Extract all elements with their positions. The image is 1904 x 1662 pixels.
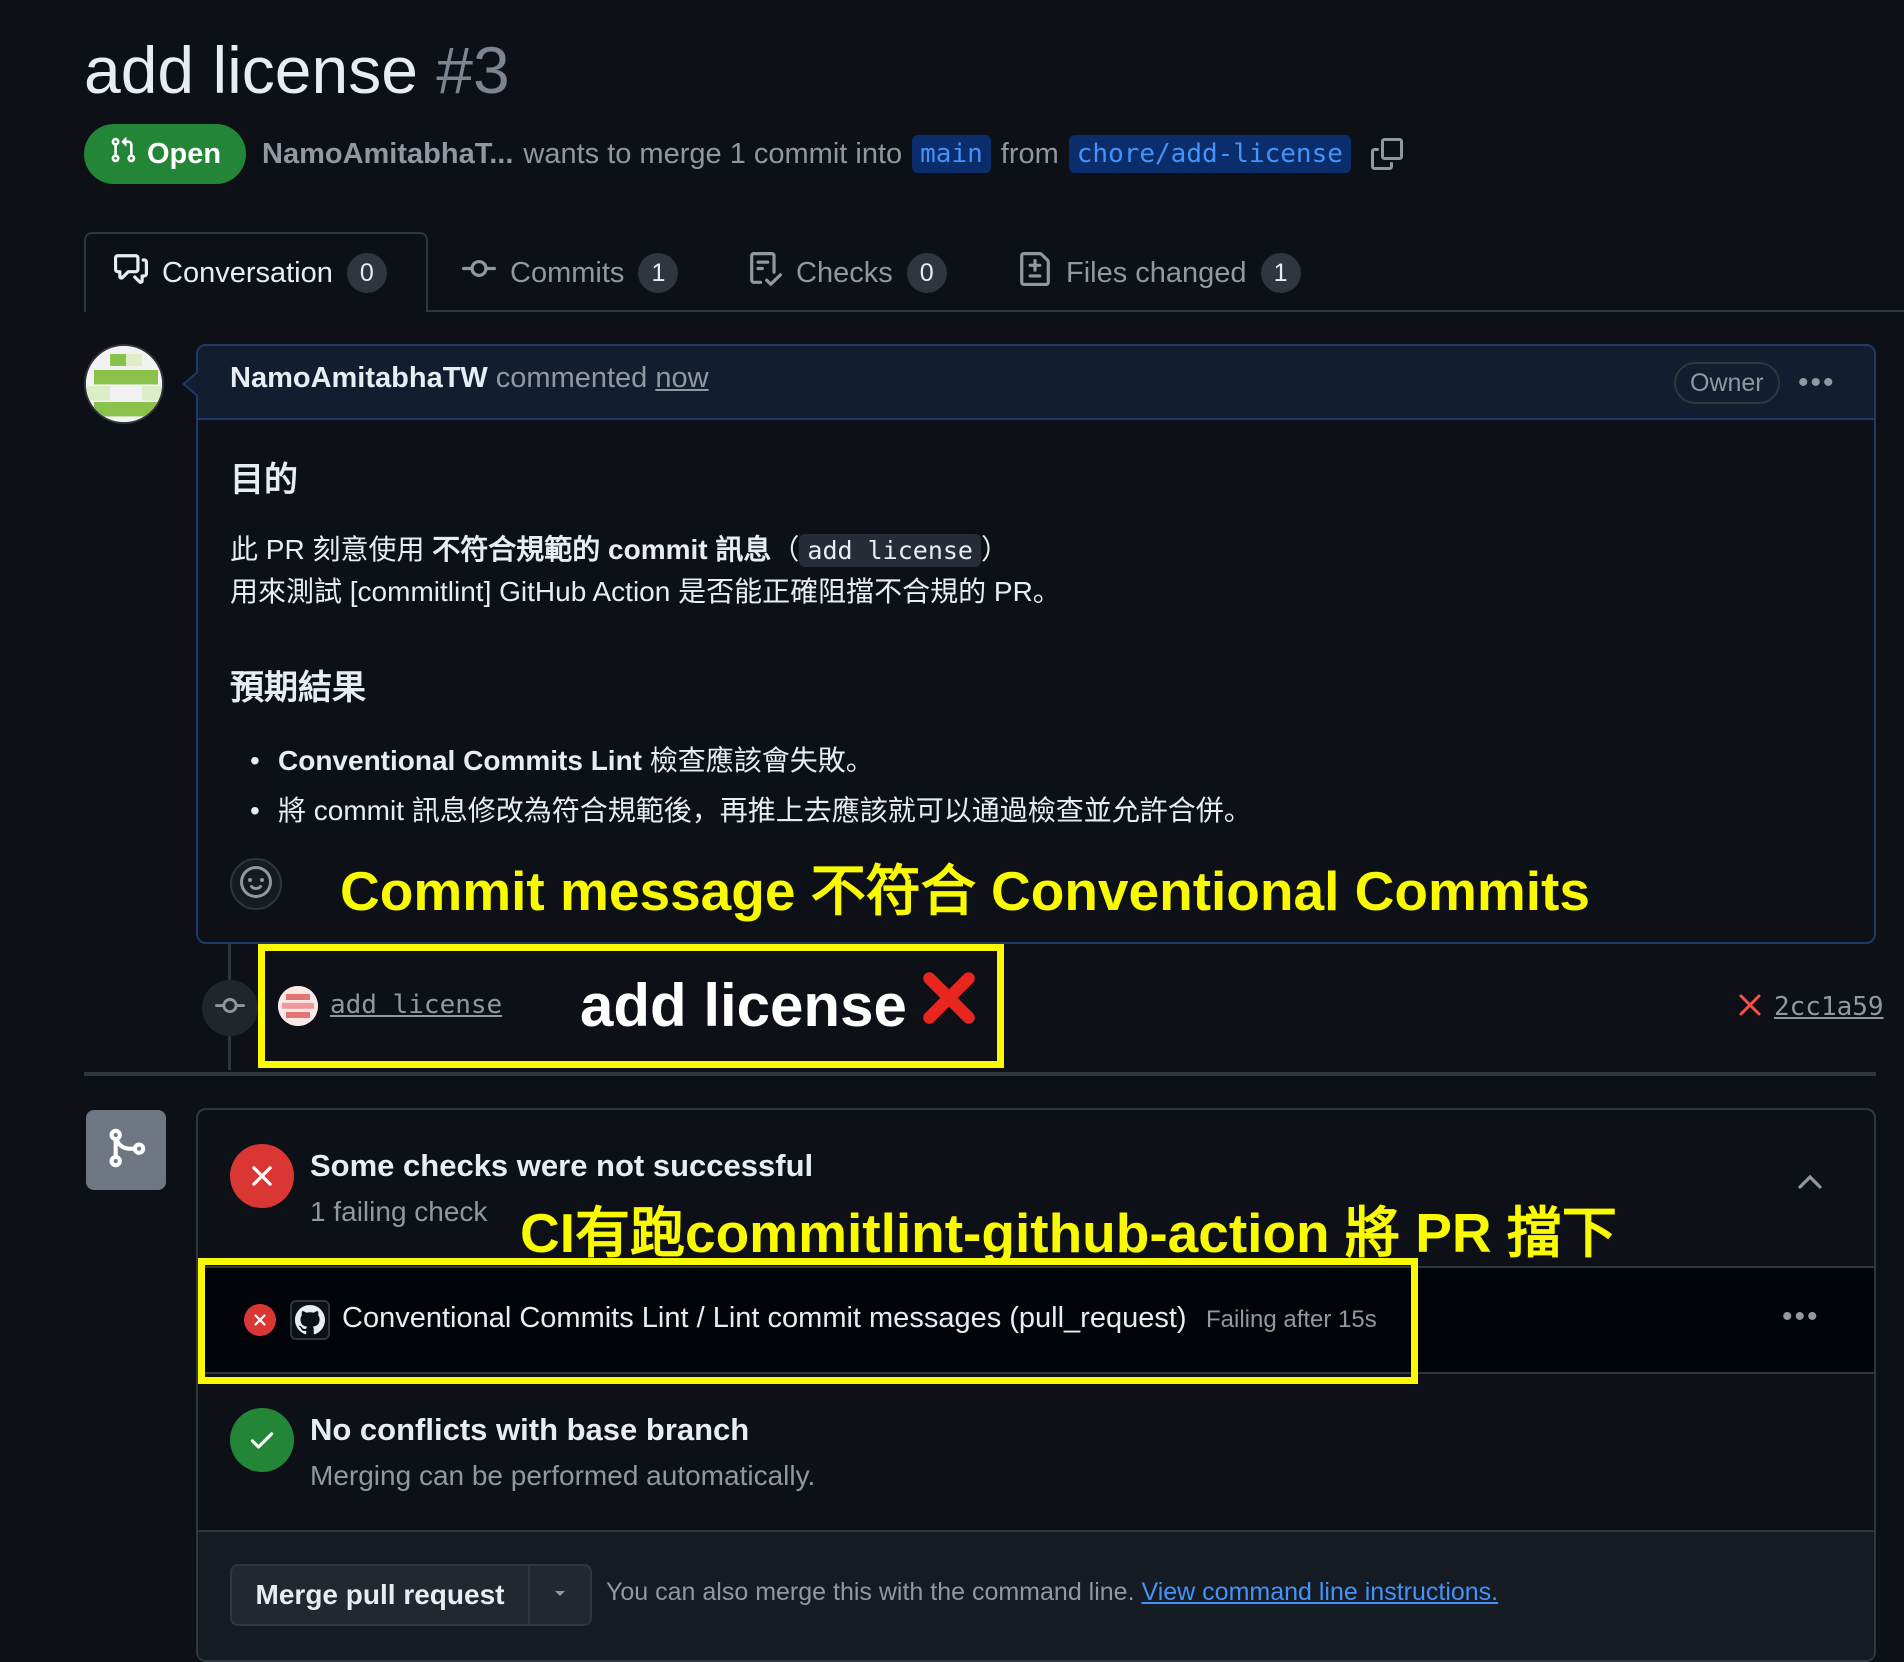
tab-conversation-label: Conversation <box>162 256 333 289</box>
conflicts-title: No conflicts with base branch <box>310 1412 750 1447</box>
merge-hint-text: You can also merge this with the command… <box>606 1578 1135 1606</box>
command-line-instructions-link[interactable]: View command line instructions. <box>1141 1578 1498 1606</box>
merge-hint: You can also merge this with the command… <box>606 1578 1498 1607</box>
state-label: Open <box>146 137 222 170</box>
merge-text: wants to merge 1 commit into <box>523 137 903 170</box>
comment-pointer-inner <box>185 373 198 395</box>
comment-time[interactable]: now <box>655 362 708 395</box>
pr-number: #3 <box>436 33 510 107</box>
merge-method-dropdown[interactable] <box>530 1566 590 1624</box>
comment-discussion-icon <box>114 252 148 294</box>
commit-sha[interactable]: 2cc1a59 <box>1774 992 1884 1022</box>
status-x-icon[interactable] <box>1738 993 1762 1022</box>
add-reaction-button[interactable] <box>230 858 282 910</box>
comment-author[interactable]: NamoAmitabhaTW <box>230 362 488 395</box>
comment-line-1: 此 PR 刻意使用 不符合規範的 commit 訊息（ add license） <box>230 530 1009 571</box>
avatar[interactable] <box>84 344 164 424</box>
line1-prefix: 此 PR 刻意使用 <box>230 534 433 565</box>
git-commit-icon <box>215 991 245 1026</box>
bullet2-text: 將 commit 訊息修改為符合規範後，再推上去應該就可以通過檢查並允許合併。 <box>278 795 1252 826</box>
line1-bold: 不符合規範的 commit 訊息 <box>432 534 772 565</box>
chevron-up-icon[interactable] <box>1794 1166 1826 1203</box>
kebab-horizontal-icon[interactable]: ••• <box>1798 366 1836 400</box>
list-item: Conventional Commits Lint 檢查應該會失敗。 <box>250 736 1252 786</box>
merge-status-icon-box <box>86 1110 166 1190</box>
checks-subtitle: 1 failing check <box>310 1196 488 1227</box>
tab-commits-label: Commits <box>510 256 625 289</box>
bullet1-bold: Conventional Commits Lint <box>278 745 642 776</box>
pull-request-icon <box>109 136 137 172</box>
merge-button-group: Merge pull request <box>230 1564 592 1626</box>
tab-commits[interactable]: Commits 1 <box>462 244 679 302</box>
line1-close: ） <box>980 534 1009 565</box>
conflicts-subtitle: Merging can be performed automatically. <box>310 1460 816 1491</box>
checklist-icon <box>748 252 783 294</box>
commit-status: 2cc1a59 <box>1738 992 1884 1022</box>
highlight-box-commit <box>258 944 1004 1068</box>
bullet1-rest: 檢查應該會失敗。 <box>642 745 874 776</box>
section-divider <box>84 1072 1876 1076</box>
annotation-commit-nonconforming: Commit message 不符合 Conventional Commits <box>340 860 1590 922</box>
smiley-icon <box>240 865 272 903</box>
pr-title-text: add license <box>84 33 418 107</box>
checks-failed-icon <box>230 1144 294 1208</box>
triangle-down-icon <box>552 1586 568 1604</box>
tab-conversation-count: 0 <box>346 253 387 293</box>
pr-title: add license #3 <box>84 32 510 108</box>
list-item: 將 commit 訊息修改為符合規範後，再推上去應該就可以通過檢查並允許合併。 <box>250 786 1252 836</box>
merge-pull-request-button[interactable]: Merge pull request <box>232 1566 530 1624</box>
comment-verb: commented <box>495 362 648 394</box>
tab-checks[interactable]: Checks 0 <box>748 244 947 302</box>
head-branch[interactable]: chore/add-license <box>1068 135 1351 173</box>
kebab-horizontal-icon[interactable]: ••• <box>1782 1300 1820 1334</box>
heading-expected: 預期結果 <box>230 669 366 707</box>
annotation-ci-blocked: CI有跑commitlint-github-action 將 PR 擋下 <box>520 1202 1617 1264</box>
tab-files-changed[interactable]: Files changed 1 <box>1018 244 1301 302</box>
timeline-commit-node <box>202 980 258 1036</box>
tab-files-count: 1 <box>1260 253 1301 293</box>
pr-meta: NamoAmitabhaT... wants to merge 1 commit… <box>262 132 1403 176</box>
no-conflicts-icon <box>230 1408 294 1472</box>
copy-icon[interactable] <box>1370 138 1403 170</box>
tab-commits-count: 1 <box>638 253 679 293</box>
tab-checks-count: 0 <box>906 253 947 293</box>
expected-list: Conventional Commits Lint 檢查應該會失敗。 將 com… <box>250 736 1252 836</box>
tab-conversation[interactable]: Conversation 0 <box>114 244 387 302</box>
highlight-box-check <box>198 1258 1418 1384</box>
base-branch[interactable]: main <box>912 135 991 173</box>
pr-author-link[interactable]: NamoAmitabhaT... <box>262 138 513 171</box>
line1-open: （ <box>771 534 800 565</box>
inline-code: add license <box>799 534 981 567</box>
state-badge: Open <box>84 124 246 184</box>
checks-title: Some checks were not successful <box>310 1148 814 1183</box>
git-commit-icon <box>462 252 496 294</box>
git-merge-icon <box>104 1126 148 1175</box>
tab-checks-label: Checks <box>796 256 893 289</box>
comment-meta: NamoAmitabhaTW commented now <box>230 362 709 395</box>
from-text: from <box>1000 137 1059 170</box>
file-diff-icon <box>1018 252 1052 294</box>
tab-files-label: Files changed <box>1066 256 1247 289</box>
heading-purpose: 目的 <box>230 461 298 499</box>
owner-badge: Owner <box>1674 362 1780 404</box>
comment-line-2: 用來測試 [commitlint] GitHub Action 是否能正確阻擋不… <box>230 576 1061 607</box>
